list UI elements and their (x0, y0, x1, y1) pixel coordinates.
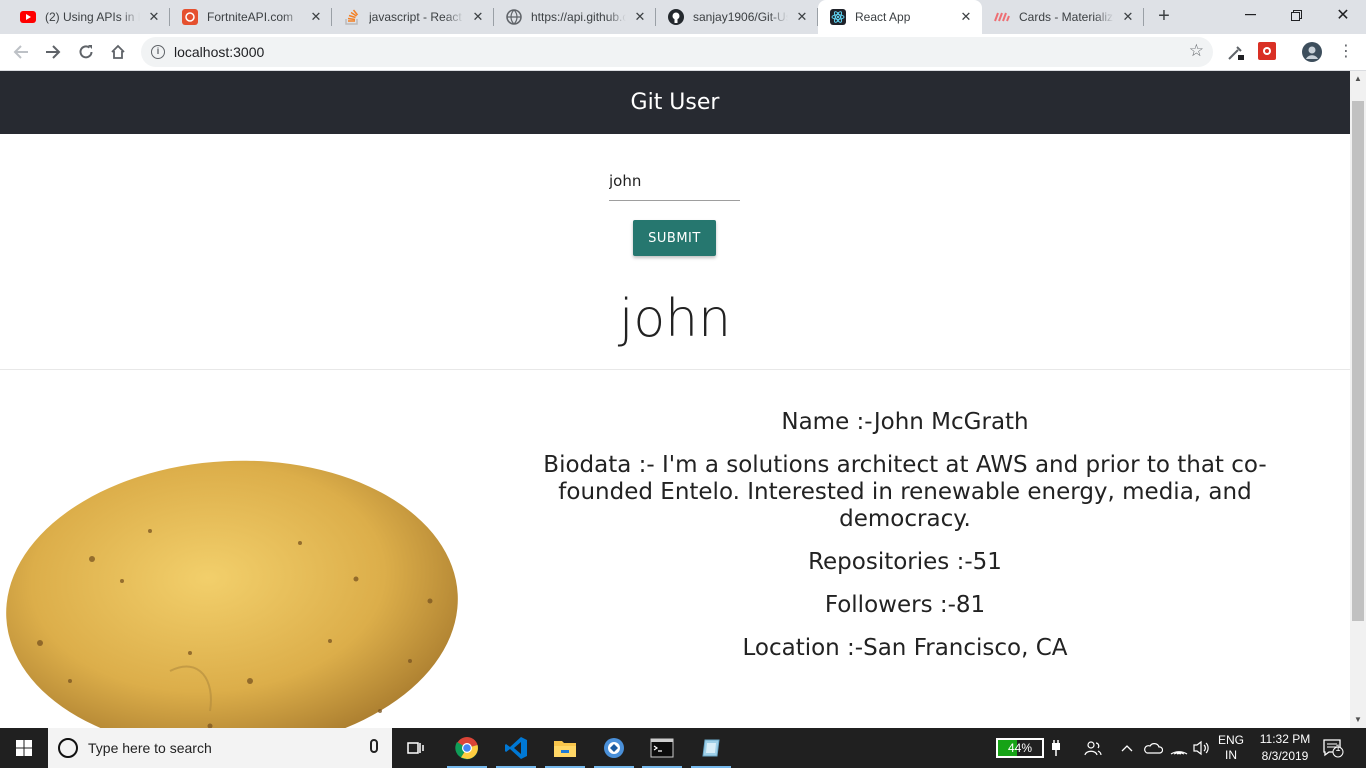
notification-count: 1 (1335, 743, 1341, 753)
tab-youtube[interactable]: (2) Using APIs in R ✕ (8, 0, 170, 34)
scroll-up-arrow-icon[interactable]: ▲ (1350, 71, 1366, 87)
cortana-icon (58, 738, 78, 758)
close-tab-icon[interactable]: ✕ (308, 9, 324, 25)
tab-title: FortniteAPI.com (207, 10, 294, 24)
user-details: Name :-John McGrath Biodata :- I'm a sol… (505, 409, 1305, 678)
close-tab-icon[interactable]: ✕ (958, 9, 974, 25)
language-code: ENG (1218, 733, 1245, 747)
extension-eyedropper-icon[interactable] (1226, 42, 1246, 62)
clock-date: 8/3/2019 (1261, 749, 1309, 763)
tab-title: React App (855, 10, 911, 24)
people-icon[interactable] (1084, 728, 1102, 768)
tab-title: (2) Using APIs in R (45, 10, 140, 24)
language-indicator[interactable]: ENG IN (1218, 728, 1244, 768)
youtube-icon (20, 9, 36, 25)
username-heading: john (618, 289, 732, 349)
home-button[interactable] (105, 39, 131, 65)
start-button[interactable] (0, 728, 48, 768)
language-region: IN (1225, 748, 1237, 762)
globe-icon (506, 9, 522, 25)
brand-title[interactable]: Git User (631, 90, 720, 115)
tab-title: javascript - React h (369, 10, 464, 24)
clock-time: 11:32 PM (1259, 732, 1311, 746)
user-biodata: Biodata :- I'm a solutions architect at … (543, 452, 1267, 532)
url-text: localhost:3000 (174, 44, 265, 60)
user-name: Name :-John McGrath (781, 409, 1029, 435)
close-tab-icon[interactable]: ✕ (470, 9, 486, 25)
close-window-button[interactable]: ✕ (1320, 0, 1366, 30)
onedrive-icon[interactable] (1143, 728, 1163, 768)
fortniteapi-icon (182, 9, 198, 25)
wifi-icon[interactable] (1170, 728, 1188, 768)
vscode-taskbar-icon[interactable] (492, 728, 540, 768)
scrollbar-thumb[interactable] (1352, 101, 1364, 621)
stackoverflow-icon (344, 9, 360, 25)
new-tab-button[interactable]: + (1153, 6, 1175, 28)
task-view-icon[interactable] (392, 728, 440, 768)
scroll-down-arrow-icon[interactable]: ▼ (1350, 712, 1366, 728)
app-taskbar-icon[interactable] (590, 728, 638, 768)
tab-title: Cards - Materialize (1019, 10, 1114, 24)
restore-button[interactable] (1273, 0, 1319, 30)
file-explorer-icon[interactable] (541, 728, 589, 768)
tab-react-app[interactable]: React App ✕ (818, 0, 982, 34)
profile-avatar[interactable] (1302, 42, 1322, 62)
battery-indicator[interactable]: 44% (996, 738, 1044, 758)
reload-button[interactable] (73, 39, 99, 65)
windows-taskbar: Type here to search 44% ENG IN 11:32 PM … (0, 728, 1366, 768)
power-plug-icon[interactable] (1050, 728, 1062, 768)
tab-materialize[interactable]: Cards - Materialize ✕ (982, 0, 1144, 34)
divider (0, 369, 1350, 370)
forward-button[interactable] (40, 39, 66, 65)
browser-toolbar: i localhost:3000 ☆ ⋮ (0, 34, 1366, 71)
action-center-icon[interactable]: 1 (1322, 728, 1344, 768)
materialize-icon (994, 9, 1010, 25)
taskbar-search-placeholder: Type here to search (88, 740, 212, 756)
windows-logo-icon (16, 740, 32, 756)
vertical-scrollbar[interactable]: ▲ ▼ (1350, 71, 1366, 728)
user-repositories: Repositories :-51 (808, 549, 1002, 575)
virtualbox-taskbar-icon[interactable] (687, 728, 735, 768)
bookmark-star-icon[interactable]: ☆ (1189, 41, 1204, 61)
react-icon (830, 9, 846, 25)
tab-github-repo[interactable]: sanjay1906/Git-Us ✕ (656, 0, 818, 34)
tab-title: https://api.github.c (531, 10, 626, 24)
minimize-button[interactable] (1227, 0, 1273, 30)
terminal-taskbar-icon[interactable] (638, 728, 686, 768)
username-search-input[interactable] (609, 161, 740, 201)
page-viewport: Git User SUBMIT john N (0, 71, 1350, 728)
volume-icon[interactable] (1192, 728, 1210, 768)
user-followers: Followers :-81 (824, 592, 986, 618)
extension-red-icon[interactable] (1258, 42, 1278, 62)
tab-fortniteapi[interactable]: FortniteAPI.com ✕ (170, 0, 332, 34)
close-tab-icon[interactable]: ✕ (146, 9, 162, 25)
show-hidden-icons-chevron-icon[interactable] (1121, 728, 1133, 768)
clock[interactable]: 11:32 PM 8/3/2019 (1254, 728, 1316, 768)
chrome-taskbar-icon[interactable] (443, 728, 491, 768)
close-tab-icon[interactable]: ✕ (632, 9, 648, 25)
github-icon (668, 9, 684, 25)
address-bar[interactable]: i localhost:3000 ☆ (141, 37, 1213, 67)
tab-title: sanjay1906/Git-Us (693, 10, 788, 24)
close-tab-icon[interactable]: ✕ (1120, 9, 1136, 25)
user-avatar-image (0, 381, 460, 728)
tab-strip: (2) Using APIs in R ✕ FortniteAPI.com ✕ … (0, 0, 1366, 34)
submit-button[interactable]: SUBMIT (633, 220, 716, 256)
battery-percent: 44% (1007, 741, 1033, 755)
app-navbar: Git User (0, 71, 1350, 134)
taskbar-search-box[interactable]: Type here to search (48, 728, 392, 768)
back-button[interactable] (8, 39, 34, 65)
microphone-icon[interactable] (370, 739, 378, 753)
tab-stackoverflow[interactable]: javascript - React h ✕ (332, 0, 494, 34)
browser-menu-icon[interactable]: ⋮ (1336, 42, 1356, 62)
site-info-icon[interactable]: i (151, 45, 165, 59)
user-location: Location :-San Francisco, CA (742, 635, 1068, 661)
tab-api-github[interactable]: https://api.github.c ✕ (494, 0, 656, 34)
close-tab-icon[interactable]: ✕ (794, 9, 810, 25)
